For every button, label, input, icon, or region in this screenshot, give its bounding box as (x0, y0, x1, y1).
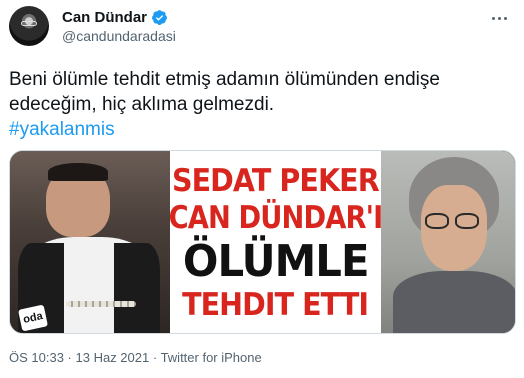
author-handle[interactable]: @candundaradasi (62, 28, 176, 44)
meta-separator: · (63, 350, 76, 365)
tweet-source[interactable]: Twitter for iPhone (161, 350, 262, 365)
headline-line: CAN DÜNDAR'I (168, 199, 384, 236)
tweet-meta: ÖS 10:33 · 13 Haz 2021 · Twitter for iPh… (9, 350, 262, 365)
hashtag-link[interactable]: #yakalanmis (9, 117, 509, 142)
author-name-row: Can Dündar (62, 8, 168, 26)
headline-line: SEDAT PEKER (172, 162, 380, 199)
tweet-time[interactable]: ÖS 10:33 (9, 350, 64, 365)
headline-line: ÖLÜMLE (182, 235, 370, 287)
meta-separator: · (149, 350, 161, 365)
photo-glasses (455, 213, 479, 229)
tweet-text-line: Beni ölümle tehdit etmiş adamın ölümünde… (9, 69, 440, 90)
more-dot (497, 16, 501, 20)
tweet-date[interactable]: 13 Haz 2021 (76, 350, 150, 365)
more-options-icon[interactable] (487, 10, 511, 26)
headline-line: TEHDIT ETTI (182, 286, 369, 323)
more-dot (503, 16, 507, 20)
more-dot (491, 16, 495, 20)
tweet-text: Beni ölümle tehdit etmiş adamın ölümünde… (9, 67, 509, 142)
verified-badge-icon (152, 9, 167, 25)
media-photo-left: oda (10, 151, 170, 333)
tweet-text-line: edeceğim, hiç aklıma gelmezdi. (9, 94, 275, 115)
avatar-glasses (21, 21, 37, 26)
photo-glasses (425, 213, 449, 229)
photo-jacket (393, 271, 515, 333)
tweet-media-image[interactable]: oda SEDAT PEKER CAN DÜNDAR'I ÖLÜMLE TEHD… (9, 150, 516, 334)
author-display-name[interactable]: Can Dündar (62, 9, 147, 26)
tweet: Can Dündar @candundaradasi Beni ölümle t… (0, 0, 524, 378)
media-headline-panel: SEDAT PEKER CAN DÜNDAR'I ÖLÜMLE TEHDIT E… (168, 151, 384, 333)
photo-vest (114, 243, 160, 333)
media-photo-right (381, 151, 515, 333)
photo-prayer-beads (66, 301, 136, 307)
avatar[interactable] (9, 6, 49, 46)
photo-hair (48, 163, 108, 181)
